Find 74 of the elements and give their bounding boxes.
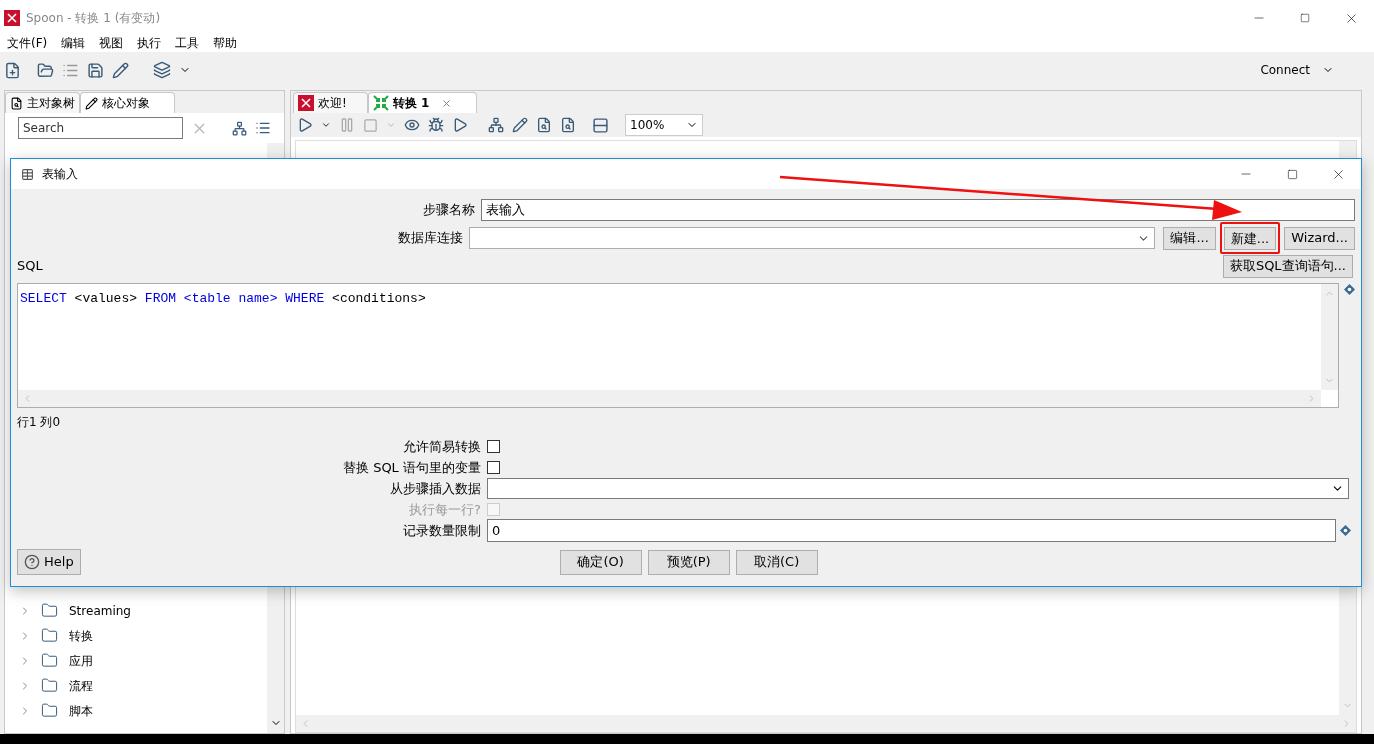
search-document-icon — [10, 96, 23, 110]
zoom-dropdown[interactable]: 100% — [625, 114, 703, 136]
tree-item[interactable]: Streaming — [19, 598, 267, 623]
search-field[interactable]: Search — [18, 117, 183, 139]
field-label: 替换 SQL 语句里的变量 — [343, 458, 481, 477]
tree-item[interactable]: 转换 — [19, 623, 267, 648]
cursor-position: 行1 列0 — [17, 414, 61, 431]
input-field[interactable]: 0 — [487, 519, 1336, 542]
field-label: 步骤名称 — [423, 201, 475, 220]
table-icon — [21, 167, 34, 181]
close-tab-icon[interactable] — [441, 97, 453, 109]
menu-item[interactable]: 帮助 — [213, 34, 238, 52]
menu-item[interactable]: 编辑 — [61, 34, 86, 52]
connect-button[interactable]: Connect — [1260, 61, 1334, 79]
checkbox[interactable] — [487, 440, 500, 453]
window-title: Spoon - 转换 1 (有变动) — [26, 10, 161, 27]
maximize-icon — [1286, 168, 1298, 180]
app-logo — [4, 10, 20, 26]
variable-icon — [1344, 284, 1355, 295]
transform-icon — [372, 95, 389, 111]
checkbox[interactable] — [487, 461, 500, 474]
dialog-button[interactable]: 新建... — [1223, 227, 1277, 251]
dialog-title: 表输入 — [42, 166, 78, 183]
folder-icon — [41, 652, 58, 669]
hierarchy-icon[interactable] — [232, 120, 247, 136]
help-button[interactable]: Help — [17, 549, 81, 575]
dialog-button[interactable]: Wizard... — [1284, 226, 1355, 250]
save-icon[interactable] — [87, 61, 104, 79]
dialog-button[interactable]: 取消(C) — [735, 549, 818, 575]
variable-icon — [1340, 525, 1351, 536]
menu-item[interactable]: 视图 — [99, 34, 124, 52]
app-logo — [298, 95, 314, 111]
results-icon[interactable] — [592, 116, 609, 134]
preview-icon[interactable] — [404, 117, 420, 133]
menu-item[interactable]: 工具 — [175, 34, 200, 52]
folder-icon — [41, 602, 58, 619]
field-label: 允许简易转换 — [403, 437, 481, 456]
run-icon[interactable] — [297, 117, 313, 133]
sql-text: SELECT <values> FROM <table name> WHERE <conditions> — [20, 291, 426, 306]
debug-icon[interactable] — [428, 117, 444, 133]
caret-icon[interactable] — [321, 120, 331, 130]
horizontal-scrollbar[interactable] — [296, 715, 1356, 732]
folder-icon — [41, 702, 58, 719]
sql-editor[interactable]: SELECT <values> FROM <table name> WHERE <conditions> — [17, 283, 1339, 408]
editor-tab[interactable]: 转换 1 — [367, 92, 478, 113]
help-icon — [24, 554, 40, 570]
field-label: 数据库连接 — [398, 229, 464, 248]
vertical-scrollbar[interactable] — [1321, 284, 1338, 390]
sql-label: SQL — [17, 257, 43, 276]
horizontal-scrollbar[interactable] — [18, 390, 1321, 407]
pencil-icon — [85, 96, 98, 110]
menu-item[interactable]: 文件(F) — [7, 34, 48, 52]
input-field[interactable]: 表输入 — [481, 199, 1355, 221]
folder-icon — [41, 677, 58, 694]
dialog-button[interactable]: 预览(P) — [647, 549, 730, 575]
dialog-button[interactable]: 获取SQL查询语句... — [1222, 254, 1353, 278]
editor-tab[interactable]: 欢迎! — [293, 92, 368, 113]
layers-icon[interactable] — [153, 61, 171, 79]
open-folder-icon[interactable] — [37, 61, 54, 79]
folder-icon — [41, 627, 58, 644]
panel-tab[interactable]: 主对象树 — [5, 92, 80, 113]
dialog-button[interactable]: 确定(O) — [559, 549, 642, 575]
field-label: 记录数量限制 — [403, 521, 481, 540]
restore-icon — [1300, 13, 1310, 23]
list-icon[interactable] — [255, 120, 271, 136]
panel-tab[interactable]: 核心对象 — [80, 92, 175, 113]
dropdown[interactable] — [487, 478, 1349, 499]
new-file-icon[interactable] — [4, 61, 21, 79]
tree-item[interactable]: 脚本 — [19, 698, 267, 723]
dialog-button[interactable]: 编辑... — [1163, 226, 1216, 250]
tree-item[interactable]: 流程 — [19, 673, 267, 698]
menu-item[interactable]: 执行 — [137, 34, 162, 52]
field-label: 从步骤插入数据 — [390, 479, 481, 498]
tree-item[interactable]: 应用 — [19, 648, 267, 673]
